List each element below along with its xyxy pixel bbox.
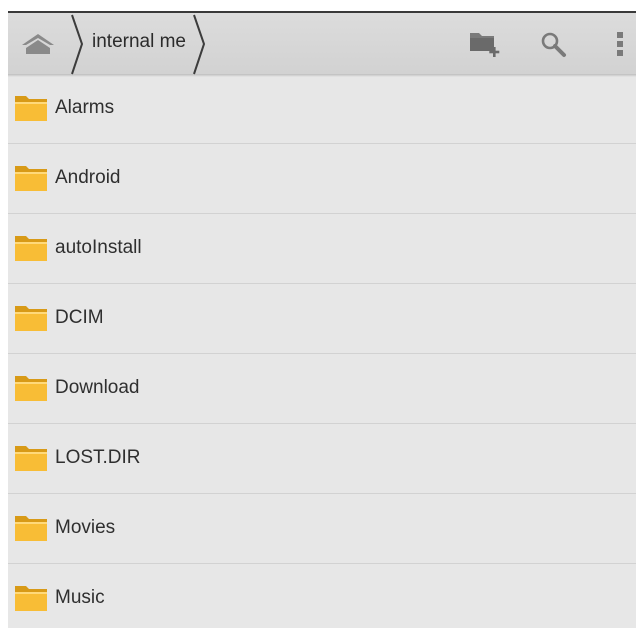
- list-item[interactable]: Movies: [8, 494, 636, 564]
- folder-icon: [15, 306, 47, 331]
- overflow-menu-button[interactable]: [614, 29, 626, 64]
- list-item[interactable]: LOST.DIR: [8, 424, 636, 494]
- file-name: Android: [55, 167, 121, 188]
- folder-icon: [15, 166, 47, 191]
- file-name: Download: [55, 377, 140, 398]
- list-item[interactable]: Download: [8, 354, 636, 424]
- home-icon: [22, 34, 54, 54]
- file-name: DCIM: [55, 307, 104, 328]
- folder-icon: [15, 376, 47, 401]
- list-item[interactable]: Music: [8, 564, 636, 628]
- action-bar: internal me: [8, 11, 636, 75]
- folder-icon: [15, 516, 47, 541]
- folder-icon: [15, 236, 47, 261]
- folder-plus-icon: [470, 33, 500, 57]
- folder-icon: [15, 586, 47, 611]
- breadcrumb-current[interactable]: internal me: [92, 31, 186, 53]
- file-name: Alarms: [55, 97, 115, 118]
- file-browser-screen: internal me Alarms Android autoInstall D…: [8, 11, 636, 628]
- file-name: LOST.DIR: [55, 447, 141, 468]
- new-folder-button[interactable]: [468, 29, 502, 64]
- search-button[interactable]: [539, 30, 569, 65]
- file-name: Movies: [55, 517, 116, 538]
- more-vertical-icon: [617, 32, 623, 56]
- list-item[interactable]: Android: [8, 144, 636, 214]
- list-item[interactable]: Alarms: [8, 74, 636, 144]
- list-item[interactable]: autoInstall: [8, 214, 636, 284]
- file-name: Music: [55, 587, 105, 608]
- folder-icon: [15, 96, 47, 121]
- breadcrumb-separator-icon: [71, 14, 84, 75]
- file-list: Alarms Android autoInstall DCIM Download…: [8, 74, 636, 628]
- file-name: autoInstall: [55, 237, 142, 258]
- list-item[interactable]: DCIM: [8, 284, 636, 354]
- home-button[interactable]: [20, 29, 56, 59]
- breadcrumb-end-icon: [193, 14, 206, 75]
- search-icon: [541, 32, 566, 57]
- folder-icon: [15, 446, 47, 471]
